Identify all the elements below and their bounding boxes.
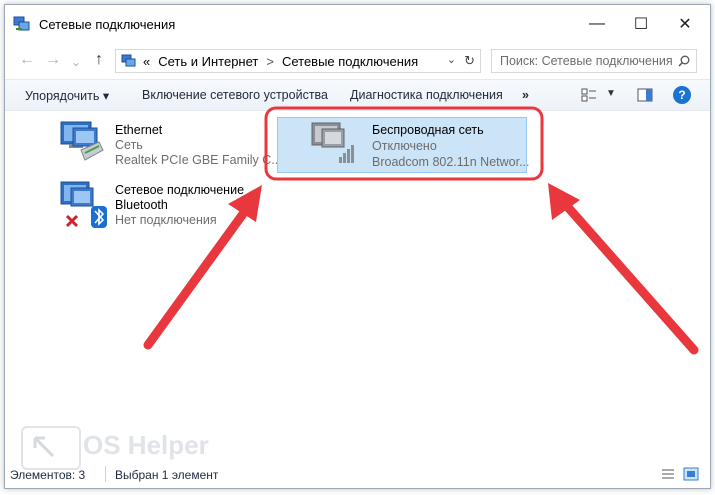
up-button[interactable]: ↑ (95, 51, 103, 69)
search-placeholder: Поиск: Сетевые подключения (500, 54, 673, 68)
title-bar: Сетевые подключения — ☐ ✕ (5, 5, 710, 43)
connection-ethernet[interactable]: Ethernet Сеть Realtek PCIe GBE Family C.… (55, 118, 282, 170)
connection-status: Отключено (372, 139, 437, 153)
connection-wireless[interactable]: Беспроводная сеть Отключено Broadcom 802… (277, 117, 530, 173)
search-input[interactable]: Поиск: Сетевые подключения (491, 49, 697, 73)
breadcrumb-network-internet[interactable]: Сеть и Интернет (158, 54, 258, 69)
connection-name: Сетевое подключение (115, 183, 245, 197)
large-icons-view-icon[interactable] (683, 467, 699, 481)
preview-pane-icon[interactable] (637, 88, 653, 102)
address-bar[interactable]: « Сеть и Интернет > Сетевые подключения … (115, 49, 481, 73)
connection-status: Нет подключения (115, 213, 217, 227)
connection-name: Ethernet (115, 123, 163, 137)
help-button[interactable]: ? (673, 86, 691, 104)
close-button[interactable]: ✕ (663, 9, 707, 39)
enable-device-button[interactable]: Включение сетевого устройства (142, 88, 328, 102)
forward-button[interactable]: → (45, 51, 61, 69)
status-divider (105, 466, 106, 482)
address-dropdown-icon[interactable]: ⌄ (447, 53, 456, 66)
network-folder-icon (121, 54, 136, 67)
network-connections-icon (13, 16, 30, 31)
organize-menu[interactable]: Упорядочить ▾ (25, 88, 109, 103)
connection-name: Беспроводная сеть (372, 123, 484, 137)
maximize-button[interactable]: ☐ (619, 9, 663, 39)
connection-name-line2: Bluetooth (115, 198, 168, 212)
connection-adapter: Realtek PCIe GBE Family C... (115, 153, 282, 167)
connection-bluetooth[interactable]: Сетевое подключение Bluetooth Нет подклю… (55, 178, 255, 234)
minimize-button[interactable]: — (575, 9, 619, 39)
item-count: Элементов: 3 (10, 468, 86, 482)
wireless-adapter-icon (311, 122, 354, 163)
bluetooth-adapter-icon (60, 181, 107, 228)
command-bar: Упорядочить ▾ Включение сетевого устройс… (5, 79, 710, 111)
search-icon (678, 55, 690, 67)
window-title: Сетевые подключения (39, 17, 176, 32)
recent-locations-button[interactable]: ⌄ (71, 55, 81, 69)
ethernet-adapter-icon (60, 121, 104, 161)
selection-count: Выбран 1 элемент (115, 468, 219, 482)
breadcrumb-overflow[interactable]: « (143, 54, 150, 69)
diagnose-connection-button[interactable]: Диагностика подключения (350, 88, 503, 102)
more-commands-button[interactable]: » (522, 88, 529, 102)
breadcrumb-separator[interactable]: > (266, 54, 274, 69)
disconnected-x-icon (65, 214, 79, 228)
explorer-window: Сетевые подключения — ☐ ✕ ← → ⌄ ↑ « Сеть… (4, 4, 711, 489)
connection-adapter: Broadcom 802.11n Networ... (372, 155, 530, 169)
details-view-icon[interactable] (661, 468, 675, 480)
refresh-button[interactable]: ↻ (464, 53, 475, 69)
breadcrumb-network-connections[interactable]: Сетевые подключения (282, 54, 418, 69)
view-options-dropdown[interactable]: ▼ (606, 88, 616, 99)
back-button[interactable]: ← (19, 51, 35, 69)
watermark-text: OS Helper (83, 430, 209, 460)
change-view-icon[interactable] (581, 88, 597, 102)
connection-status: Сеть (115, 138, 143, 152)
connections-list: Ethernet Сеть Realtek PCIe GBE Family C.… (5, 110, 710, 470)
status-bar: Элементов: 3 Выбран 1 элемент (5, 462, 710, 488)
